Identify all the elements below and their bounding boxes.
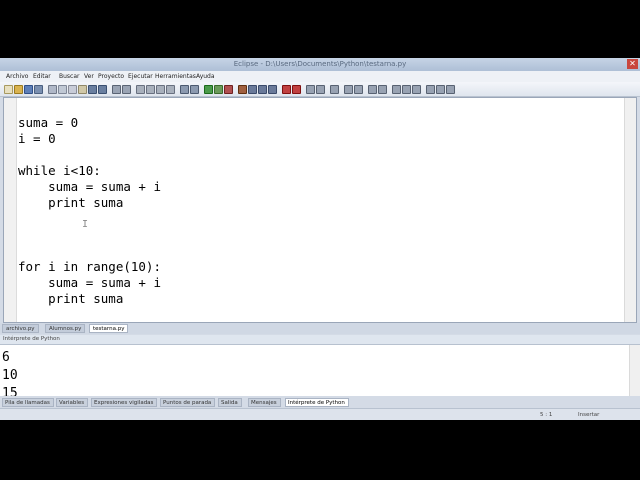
text-cursor-icon: I: [82, 219, 89, 230]
menu-ayuda[interactable]: Ayuda: [196, 71, 215, 82]
code-line: i = 0: [18, 131, 56, 146]
code-text[interactable]: suma = 0i = 0 while i<10: suma = suma + i…: [18, 115, 161, 307]
nav-forward-icon[interactable]: [354, 85, 363, 94]
console-header: Intérprete de Python: [0, 335, 640, 345]
paste-icon[interactable]: [78, 85, 87, 94]
editor-scrollbar[interactable]: [624, 98, 636, 322]
code-line: print suma: [18, 291, 124, 306]
tab-output[interactable]: Salida: [218, 398, 242, 407]
document-tabs: archivo.py Alumnos.py testarna.py: [0, 323, 640, 334]
menu-buscar[interactable]: Buscar: [59, 71, 80, 82]
console-title: Intérprete de Python: [3, 336, 60, 342]
settings-icon[interactable]: [392, 85, 401, 94]
copy-icon[interactable]: [68, 85, 77, 94]
nav-back-icon[interactable]: [344, 85, 353, 94]
code-line: while i<10:: [18, 163, 101, 178]
tab-breakpoints[interactable]: Puntos de parada: [160, 398, 216, 407]
console-line: 6: [2, 350, 10, 365]
undo-icon[interactable]: [88, 85, 97, 94]
unindent-icon[interactable]: [146, 85, 155, 94]
menu-ejecutar[interactable]: Ejecutar: [128, 71, 153, 82]
console-output: 6 10 15: [2, 349, 18, 396]
tab-watches[interactable]: Expresiones vigiladas: [91, 398, 158, 407]
menu-ver[interactable]: Ver: [84, 71, 94, 82]
bookmark-icon[interactable]: [180, 85, 189, 94]
window-title: Eclipse - D:\Users\Documents\Python\test…: [233, 60, 407, 68]
record-icon[interactable]: [282, 85, 291, 94]
menu-bar: Archivo Editar Buscar Ver Proyecto Ejecu…: [0, 71, 640, 82]
tab-alumnos[interactable]: Alumnos.py: [45, 324, 86, 333]
code-line: suma = suma + i: [18, 179, 161, 194]
console-line: 10: [2, 368, 18, 383]
step-out-icon[interactable]: [268, 85, 277, 94]
list-icon[interactable]: [368, 85, 377, 94]
unfold-icon[interactable]: [412, 85, 421, 94]
insert-mode: Insertar: [578, 412, 600, 418]
ide-window: Eclipse - D:\Users\Documents\Python\test…: [0, 58, 640, 420]
python-console[interactable]: 6 10 15: [0, 345, 630, 396]
save-icon[interactable]: [24, 85, 33, 94]
cursor-position: 5 : 1: [540, 412, 553, 418]
code-line: for i in range(10):: [18, 259, 161, 274]
title-bar: Eclipse - D:\Users\Documents\Python\test…: [0, 58, 640, 71]
code-line: print suma: [18, 195, 124, 210]
step-over-icon[interactable]: [258, 85, 267, 94]
save-all-icon[interactable]: [34, 85, 43, 94]
print-icon[interactable]: [48, 85, 57, 94]
editor-gutter: [4, 98, 17, 322]
tab-call-stack[interactable]: Pila de llamadas: [2, 398, 54, 407]
cut-icon[interactable]: [58, 85, 67, 94]
new-file-icon[interactable]: [4, 85, 13, 94]
arrow-icon[interactable]: [446, 85, 455, 94]
tab-python-shell[interactable]: Intérprete de Python: [285, 398, 349, 407]
code-editor[interactable]: suma = 0i = 0 while i<10: suma = suma + i…: [3, 97, 637, 323]
menu-editar[interactable]: Editar: [33, 71, 51, 82]
find-icon[interactable]: [112, 85, 121, 94]
step-into-icon[interactable]: [248, 85, 257, 94]
console-scrollbar[interactable]: [629, 345, 640, 396]
replace-icon[interactable]: [122, 85, 131, 94]
window-split-icon[interactable]: [330, 85, 339, 94]
tab-testarna[interactable]: testarna.py: [89, 324, 129, 333]
code-line: suma = 0: [18, 115, 79, 130]
stop-icon[interactable]: [224, 85, 233, 94]
tab-archivo[interactable]: archivo.py: [2, 324, 39, 333]
close-icon[interactable]: ✕: [627, 59, 638, 69]
run-icon[interactable]: [204, 85, 213, 94]
uncomment-icon[interactable]: [166, 85, 175, 94]
panel-tabs: Pila de llamadas Variables Expresiones v…: [0, 397, 640, 408]
fold-icon[interactable]: [402, 85, 411, 94]
zoom-out-icon[interactable]: [316, 85, 325, 94]
debug-icon[interactable]: [214, 85, 223, 94]
next-bookmark-icon[interactable]: [190, 85, 199, 94]
open-folder-icon[interactable]: [14, 85, 23, 94]
tab-messages[interactable]: Mensajes: [248, 398, 281, 407]
redo-icon[interactable]: [98, 85, 107, 94]
comment-icon[interactable]: [156, 85, 165, 94]
menu-archivo[interactable]: Archivo: [6, 71, 28, 82]
code-line: suma = suma + i: [18, 275, 161, 290]
menu-proyecto[interactable]: Proyecto: [98, 71, 124, 82]
tab-variables[interactable]: Variables: [56, 398, 89, 407]
console-line: 15: [2, 386, 18, 396]
filter-icon[interactable]: [436, 85, 445, 94]
help-icon[interactable]: [378, 85, 387, 94]
toolbar: [0, 82, 640, 97]
terminal-icon[interactable]: [426, 85, 435, 94]
status-bar: 5 : 1 Insertar: [0, 408, 640, 420]
record-stop-icon[interactable]: [292, 85, 301, 94]
breakpoint-icon[interactable]: [238, 85, 247, 94]
zoom-in-icon[interactable]: [306, 85, 315, 94]
indent-icon[interactable]: [136, 85, 145, 94]
menu-herramientas[interactable]: Herramientas: [155, 71, 196, 82]
